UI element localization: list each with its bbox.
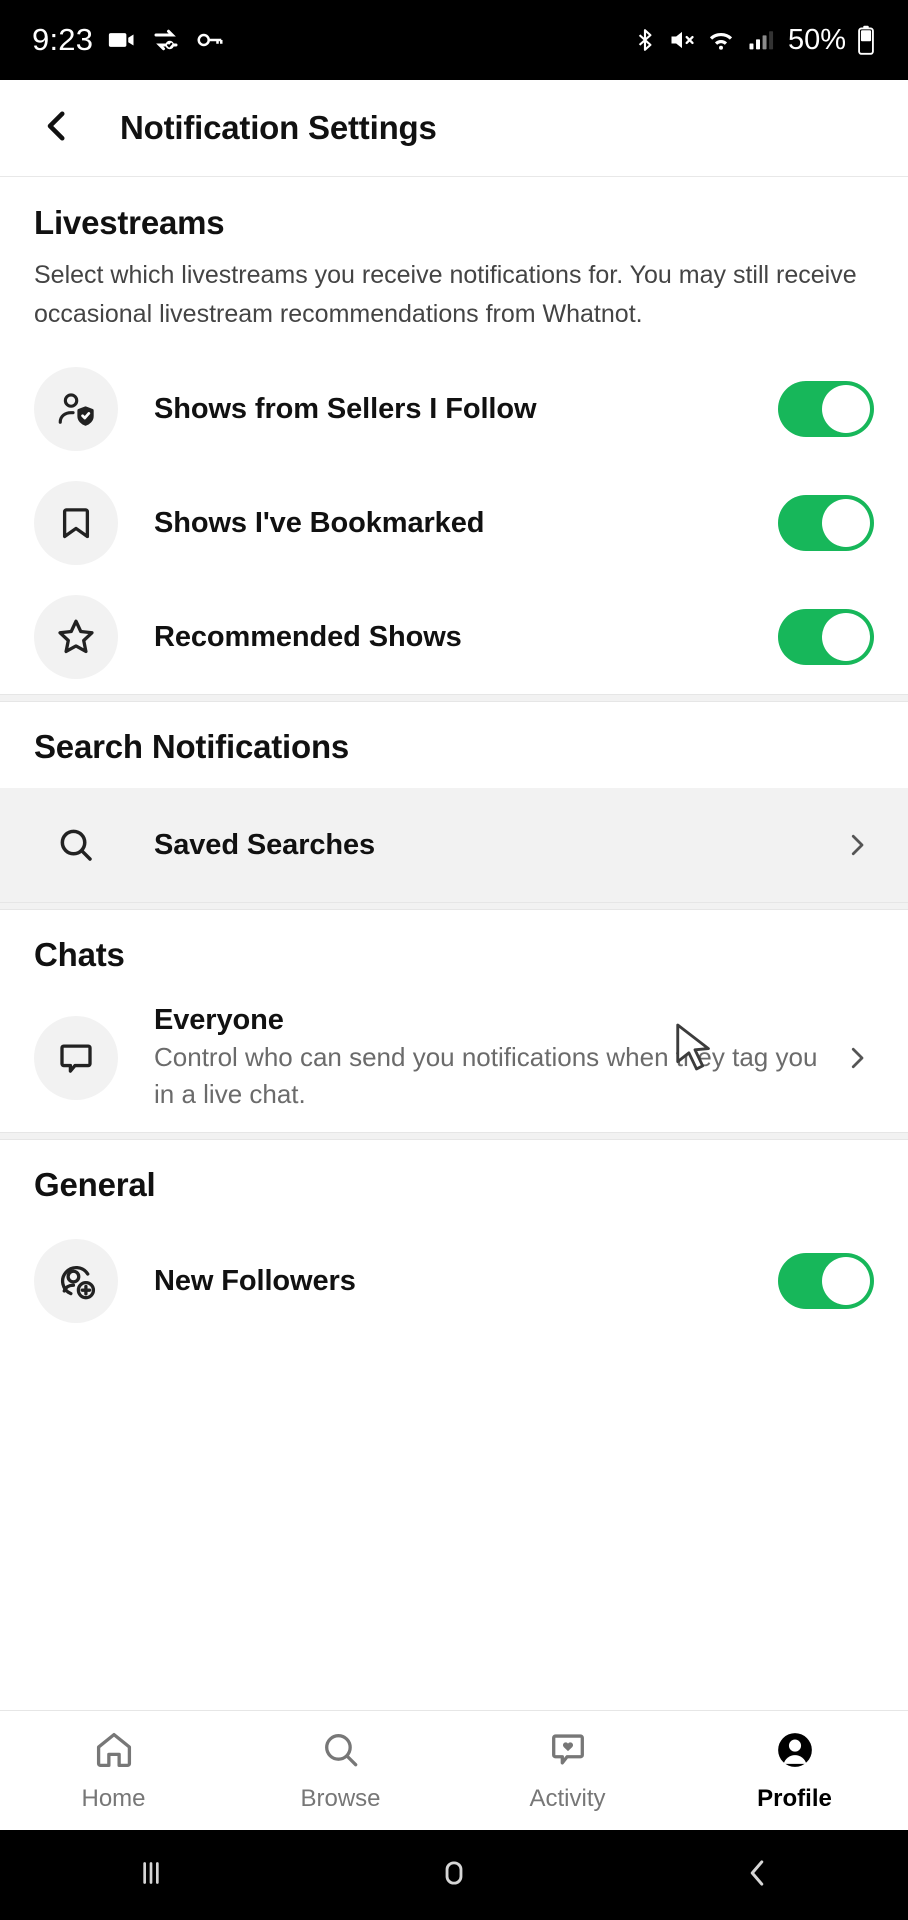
app-header: Notification Settings — [0, 80, 908, 177]
section-search-notifications: Search Notifications Saved Searches — [0, 702, 908, 902]
setting-label: New Followers — [154, 1264, 356, 1297]
profile-icon — [773, 1728, 817, 1777]
nav-label-activity: Activity — [529, 1785, 606, 1812]
setting-label: Shows I've Bookmarked — [154, 506, 485, 539]
back-button-android[interactable] — [605, 1854, 908, 1897]
toggle-new-followers[interactable] — [778, 1253, 874, 1309]
toggle-knob — [822, 1257, 870, 1305]
setting-row-new-followers[interactable]: New Followers — [0, 1224, 908, 1338]
setting-row-body: Everyone Control who can send you notifi… — [118, 1004, 828, 1113]
setting-row-body: Shows from Sellers I Follow — [118, 393, 766, 426]
setting-row-body: Recommended Shows — [118, 621, 766, 654]
mute-icon — [668, 26, 696, 54]
status-bar: 9:23 50% — [0, 0, 908, 80]
chevron-right-icon — [840, 1041, 874, 1075]
toggle-recommended-shows[interactable] — [778, 609, 874, 665]
bluetooth-icon — [632, 26, 658, 54]
setting-row-body: Saved Searches — [118, 829, 828, 862]
video-camera-icon — [107, 25, 137, 55]
search-icon — [34, 803, 118, 887]
star-icon — [34, 595, 118, 679]
key-icon — [195, 25, 225, 55]
nav-label-browse: Browse — [300, 1785, 381, 1812]
wifi-icon — [706, 26, 736, 54]
section-chats: Chats Everyone Control who can send you … — [0, 910, 908, 1132]
toggle-shows-from-sellers[interactable] — [778, 381, 874, 437]
nav-item-profile[interactable]: Profile — [681, 1728, 908, 1813]
nav-label-home: Home — [81, 1785, 146, 1812]
activity-heart-icon — [546, 1728, 590, 1777]
setting-row-body: Shows I've Bookmarked — [118, 507, 766, 540]
setting-row-everyone[interactable]: Everyone Control who can send you notifi… — [0, 984, 908, 1132]
toggle-knob — [822, 499, 870, 547]
cellular-signal-icon — [746, 26, 774, 54]
section-divider — [0, 1132, 908, 1140]
setting-row-tail — [766, 495, 874, 551]
toggle-knob — [822, 385, 870, 433]
nav-item-browse[interactable]: Browse — [227, 1728, 454, 1813]
page-title: Notification Settings — [120, 109, 437, 146]
setting-row-tail — [766, 1253, 874, 1309]
setting-row-body: New Followers — [118, 1265, 766, 1298]
status-bar-clock: 9:23 — [32, 22, 94, 57]
battery-percent-label: 50% — [787, 23, 846, 56]
setting-label: Saved Searches — [154, 828, 376, 861]
setting-label: Recommended Shows — [154, 620, 462, 653]
setting-row-shows-bookmarked[interactable]: Shows I've Bookmarked — [0, 466, 908, 580]
settings-scroll-container[interactable]: Livestreams Select which livestreams you… — [0, 178, 908, 1710]
section-title-chats: Chats — [34, 936, 125, 973]
section-title-livestreams: Livestreams — [34, 204, 225, 241]
setting-row-saved-searches[interactable]: Saved Searches — [0, 788, 908, 902]
chevron-right-icon — [840, 828, 874, 862]
toggle-shows-bookmarked[interactable] — [778, 495, 874, 551]
setting-row-tail — [828, 828, 874, 862]
setting-label: Everyone — [154, 1003, 284, 1036]
section-general: General New Followers — [0, 1140, 908, 1338]
recents-icon — [132, 1854, 170, 1897]
home-button[interactable] — [303, 1854, 606, 1897]
setting-row-tail — [766, 609, 874, 665]
toggle-knob — [822, 613, 870, 661]
verified-seller-icon — [34, 367, 118, 451]
section-title-search-notifications: Search Notifications — [34, 728, 350, 765]
chevron-left-icon — [36, 105, 78, 152]
search-icon — [319, 1728, 363, 1777]
bottom-navigation-bar: Home Browse Activity Profile — [0, 1710, 908, 1830]
sync-vpn-icon — [151, 25, 181, 55]
bookmark-icon — [34, 481, 118, 565]
status-bar-left: 9:23 — [32, 22, 225, 58]
nav-item-activity[interactable]: Activity — [454, 1728, 681, 1813]
back-chevron-icon — [738, 1854, 776, 1897]
chat-bubble-icon — [34, 1016, 118, 1100]
setting-row-tail — [766, 381, 874, 437]
setting-row-tail — [828, 1041, 874, 1075]
battery-icon — [856, 25, 876, 55]
setting-row-shows-from-sellers[interactable]: Shows from Sellers I Follow — [0, 352, 908, 466]
nav-item-home[interactable]: Home — [0, 1728, 227, 1813]
section-description-livestreams: Select which livestreams you receive not… — [34, 261, 857, 328]
section-title-general: General — [34, 1166, 156, 1203]
nav-label-profile: Profile — [757, 1785, 832, 1812]
section-livestreams: Livestreams Select which livestreams you… — [0, 178, 908, 694]
section-divider — [0, 902, 908, 910]
setting-row-recommended-shows[interactable]: Recommended Shows — [0, 580, 908, 694]
recents-button[interactable] — [0, 1854, 303, 1897]
android-navigation-bar — [0, 1830, 908, 1920]
setting-label: Shows from Sellers I Follow — [154, 392, 537, 425]
section-divider — [0, 694, 908, 702]
back-button[interactable] — [34, 105, 80, 151]
status-bar-right: 50% — [632, 24, 876, 57]
home-square-icon — [435, 1854, 473, 1897]
setting-sublabel: Control who can send you notifications w… — [154, 1041, 818, 1109]
add-follower-icon — [34, 1239, 118, 1323]
home-icon — [92, 1728, 136, 1777]
